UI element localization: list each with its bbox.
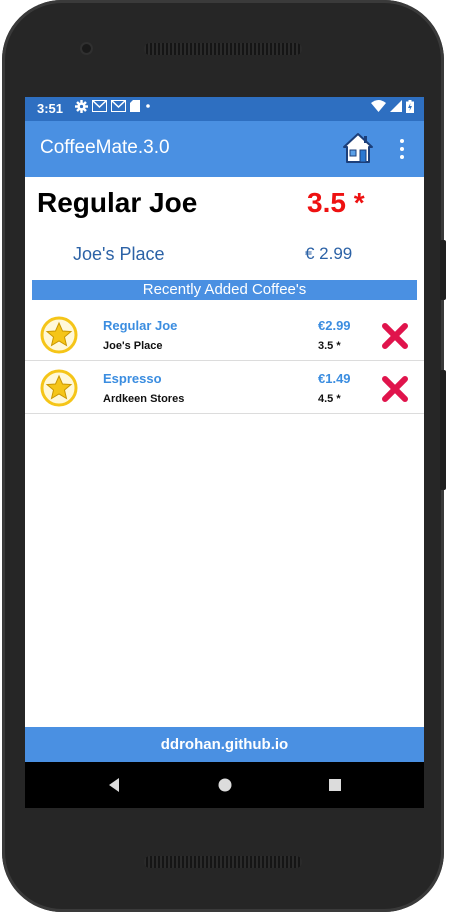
- app-title: CoffeeMate.3.0: [40, 137, 170, 158]
- front-camera: [82, 44, 91, 53]
- overflow-menu-icon[interactable]: [397, 137, 407, 161]
- wifi-icon: [371, 100, 386, 112]
- power-button: [440, 370, 446, 490]
- coffee-shop: Joe's Place: [103, 340, 163, 352]
- coffee-rating: 3.5 *: [318, 340, 341, 352]
- coffee-name: Regular Joe: [103, 318, 178, 333]
- star-icon[interactable]: [40, 316, 78, 354]
- gmail-icon: [92, 100, 107, 112]
- coffee-rating: 4.5 *: [318, 393, 341, 405]
- app-bar: CoffeeMate.3.0: [25, 121, 424, 177]
- coffee-price: €1.49: [318, 371, 351, 386]
- home-icon[interactable]: [341, 131, 375, 165]
- bottom-speaker: [144, 856, 302, 868]
- notification-icons: [75, 100, 152, 113]
- recents-icon[interactable]: [325, 775, 345, 795]
- system-icons: [371, 100, 414, 113]
- volume-button: [440, 240, 446, 300]
- home-nav-icon[interactable]: [215, 775, 235, 795]
- sd-card-icon: [130, 100, 140, 112]
- selected-coffee-price: € 2.99: [305, 244, 353, 263]
- settings-icon: [75, 100, 88, 113]
- back-icon[interactable]: [105, 775, 125, 795]
- coffee-list-item[interactable]: Espresso Ardkeen Stores €1.49 4.5 *: [25, 361, 424, 414]
- star-icon[interactable]: [40, 369, 78, 407]
- navigation-bar: [25, 762, 424, 808]
- selected-coffee-shop: Joe's Place: [73, 244, 165, 264]
- status-time: 3:51: [37, 101, 64, 116]
- section-header: Recently Added Coffee's: [32, 280, 417, 300]
- signal-icon: [390, 100, 402, 112]
- selected-coffee-rating: 3.5 *: [307, 187, 365, 218]
- delete-x-icon[interactable]: [380, 321, 410, 351]
- coffee-list-item[interactable]: Regular Joe Joe's Place €2.99 3.5 *: [25, 308, 424, 361]
- earpiece-speaker: [144, 43, 302, 55]
- coffee-shop: Ardkeen Stores: [103, 393, 185, 405]
- coffee-name: Espresso: [103, 371, 162, 386]
- footer-link[interactable]: ddrohan.github.io: [25, 727, 424, 762]
- battery-icon: [406, 100, 414, 113]
- phone-frame: 3:51 CoffeeMate.3.0 Regular Joe 3.5 * Jo…: [2, 0, 446, 912]
- dot-icon: [146, 104, 150, 108]
- status-bar: 3:51: [25, 97, 424, 121]
- delete-x-icon[interactable]: [380, 374, 410, 404]
- selected-coffee-name: Regular Joe: [37, 187, 198, 218]
- gmail-icon: [111, 100, 126, 112]
- screen: 3:51 CoffeeMate.3.0 Regular Joe 3.5 * Jo…: [25, 97, 424, 808]
- coffee-price: €2.99: [318, 318, 351, 333]
